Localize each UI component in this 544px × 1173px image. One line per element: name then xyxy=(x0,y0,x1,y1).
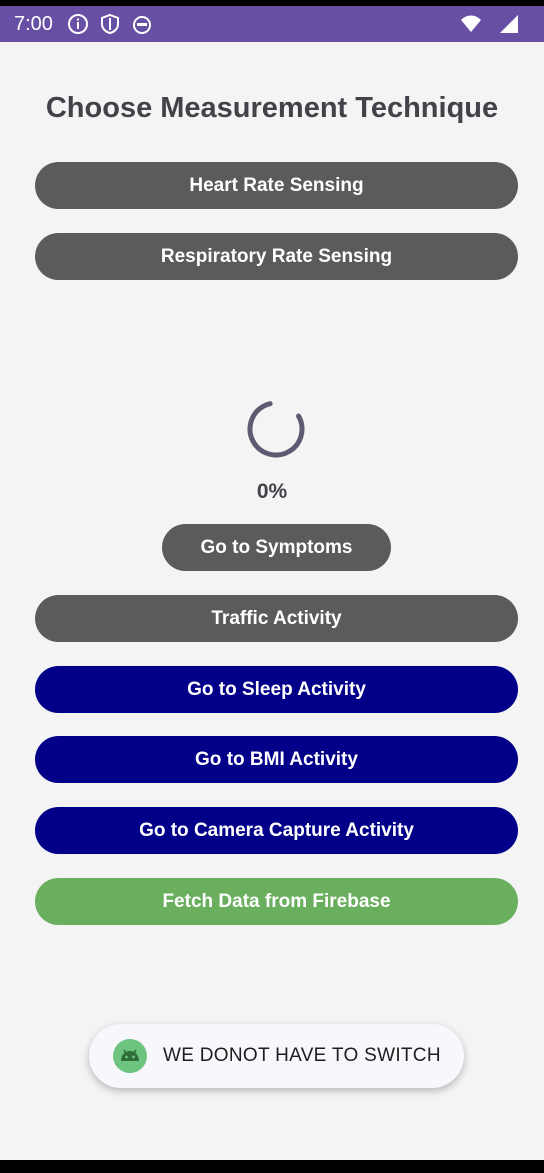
app-screen: 7:00 Choose Measurement Technique Heart … xyxy=(0,6,544,1160)
android-icon xyxy=(113,1039,147,1073)
android-debug-icon xyxy=(131,13,153,35)
traffic-activity-button[interactable]: Traffic Activity xyxy=(35,595,518,642)
status-time: 7:00 xyxy=(14,12,53,35)
go-to-sleep-activity-button[interactable]: Go to Sleep Activity xyxy=(35,666,518,713)
toast-message: WE DONOT HAVE TO SWITCH xyxy=(89,1024,464,1088)
go-to-symptoms-button[interactable]: Go to Symptoms xyxy=(162,524,391,571)
signal-icon xyxy=(498,13,520,35)
info-icon xyxy=(67,13,89,35)
status-right-icons xyxy=(460,13,530,35)
shield-icon xyxy=(99,13,121,35)
fetch-data-from-firebase-button[interactable]: Fetch Data from Firebase xyxy=(35,878,518,925)
wifi-icon xyxy=(460,13,482,35)
heart-rate-sensing-button[interactable]: Heart Rate Sensing xyxy=(35,162,518,209)
page-title: Choose Measurement Technique xyxy=(45,92,499,124)
progress-spinner xyxy=(245,398,307,460)
status-bar: 7:00 xyxy=(0,6,544,42)
respiratory-rate-sensing-button[interactable]: Respiratory Rate Sensing xyxy=(35,233,518,280)
progress-percent: 0% xyxy=(256,480,288,503)
go-to-camera-capture-activity-button[interactable]: Go to Camera Capture Activity xyxy=(35,807,518,854)
go-to-bmi-activity-button[interactable]: Go to BMI Activity xyxy=(35,736,518,783)
toast-text: WE DONOT HAVE TO SWITCH xyxy=(163,1045,441,1066)
